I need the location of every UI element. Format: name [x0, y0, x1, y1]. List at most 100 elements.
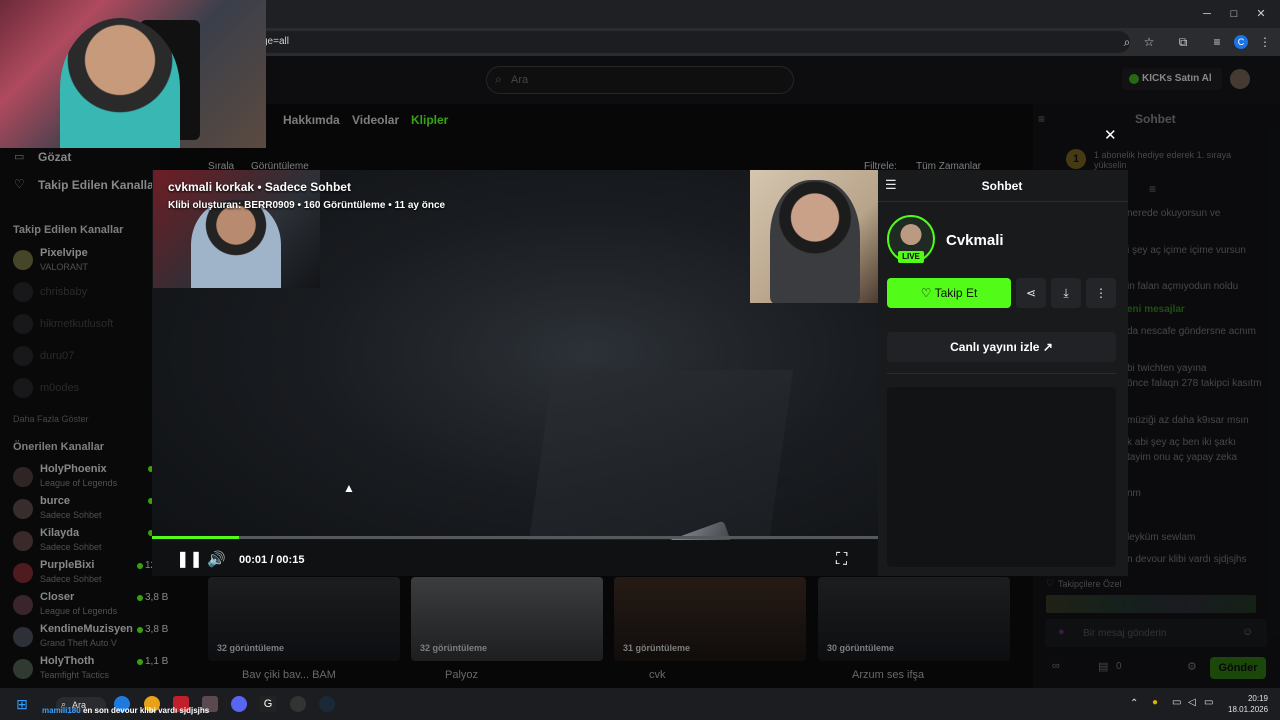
- sidebar-channel-name[interactable]: HolyThoth: [40, 655, 94, 667]
- viewer-count: 1,1 B: [145, 656, 169, 667]
- mouse-cursor-icon: ▲: [343, 481, 355, 495]
- download-icon[interactable]: ⤓: [1051, 278, 1081, 308]
- followers-only-heart-icon: ♡: [1046, 578, 1055, 588]
- sidebar-channel-category: VALORANT: [40, 262, 88, 272]
- streamer-webcam-overlay: [0, 0, 266, 148]
- follow-label: Takip Et: [934, 286, 978, 300]
- search-input[interactable]: [486, 66, 794, 94]
- follow-button[interactable]: ♡ Takip Et: [887, 278, 1011, 308]
- sidebar-channel-category: League of Legends: [40, 606, 118, 616]
- browser-menu-icon[interactable]: ⋮: [1258, 35, 1272, 49]
- windows-start-icon[interactable]: ⊞: [14, 696, 30, 712]
- sidebar-channel-name[interactable]: KendineMuzisyen: [40, 623, 133, 635]
- user-avatar[interactable]: [1230, 69, 1250, 89]
- maximize-icon[interactable]: □: [1227, 7, 1241, 21]
- avatar: [13, 563, 33, 583]
- mic-icon[interactable]: ●: [1152, 697, 1158, 708]
- sidebar-channel-name[interactable]: Kilayda: [40, 527, 79, 539]
- pause-icon[interactable]: ❚❚: [176, 551, 203, 569]
- sidebar-channel-name[interactable]: HolyPhoenix: [40, 463, 107, 475]
- clip-modal-title: cvkmali korkak • Sadece Sohbet: [168, 180, 351, 194]
- video-progress-fill: [152, 536, 240, 539]
- taskbar-clock[interactable]: 20:19 18.01.2026: [1228, 693, 1268, 715]
- close-icon[interactable]: ✕: [1254, 7, 1268, 21]
- emote-row[interactable]: [1046, 595, 1256, 613]
- network-icon[interactable]: ▭: [1172, 697, 1181, 708]
- close-modal-icon[interactable]: ✕: [1104, 128, 1118, 143]
- sidebar-channel-category: Grand Theft Auto V: [40, 638, 117, 648]
- battery-icon[interactable]: ▭: [1204, 697, 1213, 708]
- avatar: [13, 659, 33, 679]
- live-dot: [137, 627, 143, 633]
- show-more-link[interactable]: Daha Fazla Göster: [13, 414, 89, 424]
- sidebar-channel-name[interactable]: Closer: [40, 591, 74, 603]
- clip-title[interactable]: Bav çiki bav... BAM: [242, 669, 336, 681]
- streamer-figure: [60, 18, 180, 148]
- avatar: [13, 346, 33, 366]
- extensions-icon[interactable]: ⧉: [1176, 35, 1190, 49]
- chat-message: leyküm sewlam: [1127, 532, 1196, 543]
- sidebar-channel-name[interactable]: PurpleBixi: [40, 559, 94, 571]
- volume-icon[interactable]: 🔊: [207, 551, 227, 569]
- sidebar-channel-name[interactable]: m0odes: [40, 382, 79, 394]
- sidebar-channel-name[interactable]: chrisbaby: [40, 286, 87, 298]
- chat-message: i şey aç içime içime vursun: [1127, 245, 1246, 256]
- chat-message: önce falaqn 278 takipci kasıtm: [1127, 378, 1262, 389]
- profile-avatar[interactable]: C: [1234, 35, 1248, 49]
- chat-message: tayim onu aç yapay zeka: [1127, 452, 1238, 463]
- clip-views: 32 görüntüleme: [420, 643, 488, 653]
- mic-icon[interactable]: ●: [1058, 626, 1065, 638]
- sidebar-item-followed[interactable]: Takip Edilen Kanallar: [38, 178, 158, 192]
- avatar: [13, 314, 33, 334]
- sidebar-channel-category: Teamfight Tactics: [40, 670, 109, 680]
- settings-gear-icon[interactable]: ⚙: [1187, 660, 1197, 673]
- chat-collapse-icon[interactable]: ≡: [1038, 112, 1045, 126]
- sidebar-channel-name[interactable]: burce: [40, 495, 70, 507]
- gift-rank-badge: 1: [1066, 149, 1086, 169]
- clip-title[interactable]: Arzum ses ifşa: [852, 669, 924, 681]
- gift-icon[interactable]: ▤: [1098, 660, 1108, 673]
- sidebar-channel-category: Sadece Sohbet: [40, 574, 102, 584]
- divider: [887, 373, 1116, 374]
- viewer-count: 3,8 B: [145, 592, 169, 603]
- share-icon[interactable]: ⋖: [1016, 278, 1046, 308]
- logitech-icon[interactable]: G: [260, 696, 276, 712]
- sidebar-channel-name[interactable]: hikmetkutlusoft: [40, 318, 113, 330]
- fullscreen-icon[interactable]: ⛶: [836, 550, 856, 570]
- media-icon[interactable]: ≡: [1210, 35, 1224, 49]
- sidebar-channel-name[interactable]: duru07: [40, 350, 74, 362]
- emoji-icon[interactable]: ☺: [1242, 626, 1253, 638]
- zoom-icon[interactable]: ⌕: [1120, 35, 1134, 49]
- stream-overlay-user: mamili180: [42, 706, 81, 715]
- more-options-icon[interactable]: ⋮: [1086, 278, 1116, 308]
- video-time: 00:01 / 00:15: [239, 554, 305, 566]
- windows-taskbar: [0, 688, 1280, 720]
- steam-icon[interactable]: [319, 696, 335, 712]
- minimize-icon[interactable]: ─: [1200, 7, 1214, 21]
- sidebar-channel-name[interactable]: Pixelvipe: [40, 247, 88, 259]
- streamer-figure: [770, 180, 860, 303]
- kicks-icon: [1129, 74, 1139, 84]
- watch-live-button[interactable]: Canlı yayını izle ↗: [887, 332, 1116, 362]
- avatar: [13, 378, 33, 398]
- clip-title[interactable]: cvk: [649, 669, 666, 681]
- tab-clips[interactable]: Klipler: [411, 113, 448, 127]
- channel-name[interactable]: Cvkmali: [946, 232, 1004, 249]
- chevron-up-icon[interactable]: ⌃: [1130, 698, 1138, 709]
- video-progress-bar[interactable]: [152, 536, 878, 539]
- discord-icon[interactable]: [231, 696, 247, 712]
- obs-icon[interactable]: [290, 696, 306, 712]
- heart-icon: ♡: [14, 177, 25, 191]
- address-bar[interactable]: [250, 31, 1130, 53]
- heart-icon: ♡: [920, 286, 932, 300]
- bookmark-star-icon[interactable]: ☆: [1142, 35, 1156, 49]
- chat-title: Sohbet: [1135, 112, 1176, 126]
- speaker-icon[interactable]: ◁: [1188, 697, 1196, 708]
- clip-title[interactable]: Palyoz: [445, 669, 478, 681]
- tab-about[interactable]: Hakkımda: [283, 113, 340, 127]
- send-button[interactable]: Gönder: [1210, 657, 1266, 679]
- sidebar-item-browse[interactable]: Gözat: [38, 150, 71, 164]
- tab-videos[interactable]: Videolar: [352, 113, 399, 127]
- clip-chat-replay: [887, 387, 1116, 567]
- chat-input-placeholder: Bir mesaj gönderin: [1083, 628, 1167, 639]
